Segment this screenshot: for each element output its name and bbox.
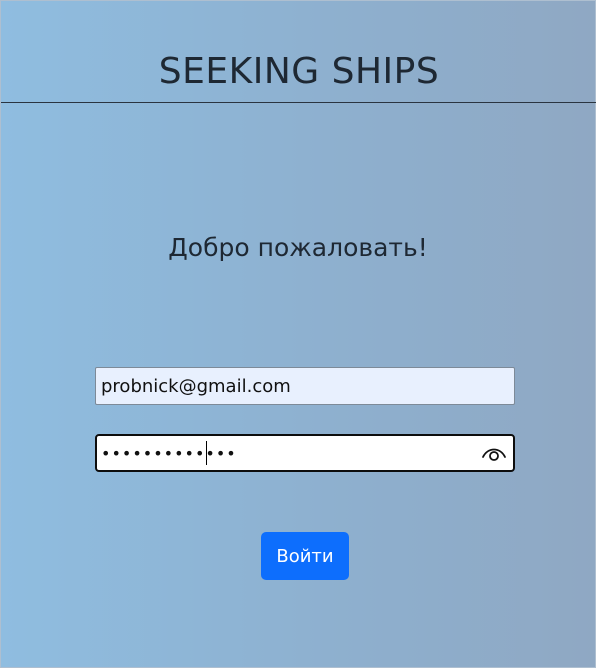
app-frame: SEEKING SHIPS Добро пожаловать! Войти <box>0 0 596 668</box>
app-title: SEEKING SHIPS <box>158 51 440 92</box>
welcome-heading: Добро пожаловать! <box>168 233 428 262</box>
email-field-wrapper <box>95 367 515 405</box>
eye-icon[interactable] <box>481 442 507 464</box>
password-field[interactable] <box>97 436 467 470</box>
text-caret <box>206 441 207 465</box>
email-field[interactable] <box>96 368 514 404</box>
password-field-wrapper <box>95 434 515 472</box>
login-button[interactable]: Войти <box>261 532 349 580</box>
page-header: SEEKING SHIPS <box>1 1 596 103</box>
